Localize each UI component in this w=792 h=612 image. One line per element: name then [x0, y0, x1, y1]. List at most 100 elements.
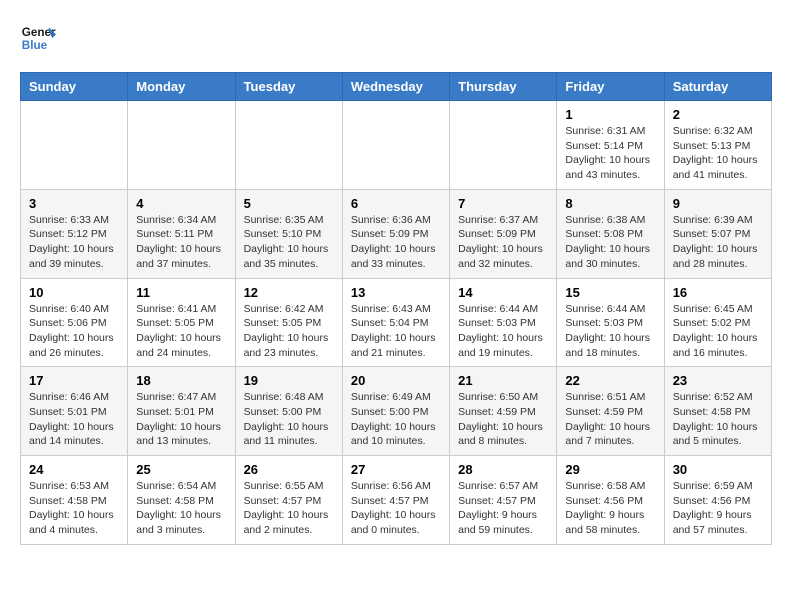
day-number: 5 [244, 196, 334, 211]
day-info: Sunrise: 6:55 AM Sunset: 4:57 PM Dayligh… [244, 479, 334, 538]
day-info: Sunrise: 6:40 AM Sunset: 5:06 PM Dayligh… [29, 302, 119, 361]
day-number: 25 [136, 462, 226, 477]
day-info: Sunrise: 6:46 AM Sunset: 5:01 PM Dayligh… [29, 390, 119, 449]
week-row-4: 17 Sunrise: 6:46 AM Sunset: 5:01 PM Dayli… [21, 367, 772, 456]
day-number: 12 [244, 285, 334, 300]
day-number: 13 [351, 285, 441, 300]
day-info: Sunrise: 6:41 AM Sunset: 5:05 PM Dayligh… [136, 302, 226, 361]
day-number: 9 [673, 196, 763, 211]
day-info: Sunrise: 6:51 AM Sunset: 4:59 PM Dayligh… [565, 390, 655, 449]
day-info: Sunrise: 6:31 AM Sunset: 5:14 PM Dayligh… [565, 124, 655, 183]
week-row-5: 24 Sunrise: 6:53 AM Sunset: 4:58 PM Dayli… [21, 456, 772, 545]
day-cell: 9 Sunrise: 6:39 AM Sunset: 5:07 PM Daylig… [664, 189, 771, 278]
day-number: 8 [565, 196, 655, 211]
day-cell [128, 101, 235, 190]
day-number: 18 [136, 373, 226, 388]
day-cell: 7 Sunrise: 6:37 AM Sunset: 5:09 PM Daylig… [450, 189, 557, 278]
day-cell: 11 Sunrise: 6:41 AM Sunset: 5:05 PM Dayli… [128, 278, 235, 367]
day-number: 30 [673, 462, 763, 477]
week-row-3: 10 Sunrise: 6:40 AM Sunset: 5:06 PM Dayli… [21, 278, 772, 367]
day-cell: 6 Sunrise: 6:36 AM Sunset: 5:09 PM Daylig… [342, 189, 449, 278]
day-info: Sunrise: 6:44 AM Sunset: 5:03 PM Dayligh… [458, 302, 548, 361]
day-cell: 14 Sunrise: 6:44 AM Sunset: 5:03 PM Dayli… [450, 278, 557, 367]
day-number: 19 [244, 373, 334, 388]
day-cell: 29 Sunrise: 6:58 AM Sunset: 4:56 PM Dayli… [557, 456, 664, 545]
day-info: Sunrise: 6:47 AM Sunset: 5:01 PM Dayligh… [136, 390, 226, 449]
header: General Blue [20, 20, 772, 56]
day-number: 16 [673, 285, 763, 300]
weekday-header-wednesday: Wednesday [342, 73, 449, 101]
day-cell [342, 101, 449, 190]
weekday-header-friday: Friday [557, 73, 664, 101]
day-cell: 23 Sunrise: 6:52 AM Sunset: 4:58 PM Dayli… [664, 367, 771, 456]
day-number: 26 [244, 462, 334, 477]
day-info: Sunrise: 6:34 AM Sunset: 5:11 PM Dayligh… [136, 213, 226, 272]
day-cell: 1Sunrise: 6:31 AM Sunset: 5:14 PM Daylig… [557, 101, 664, 190]
day-cell: 3Sunrise: 6:33 AM Sunset: 5:12 PM Daylig… [21, 189, 128, 278]
day-number: 23 [673, 373, 763, 388]
calendar: SundayMondayTuesdayWednesdayThursdayFrid… [20, 72, 772, 545]
day-number: 28 [458, 462, 548, 477]
day-cell: 24 Sunrise: 6:53 AM Sunset: 4:58 PM Dayli… [21, 456, 128, 545]
day-cell: 27Sunrise: 6:56 AM Sunset: 4:57 PM Dayli… [342, 456, 449, 545]
weekday-header-tuesday: Tuesday [235, 73, 342, 101]
weekday-header-row: SundayMondayTuesdayWednesdayThursdayFrid… [21, 73, 772, 101]
day-cell: 18 Sunrise: 6:47 AM Sunset: 5:01 PM Dayli… [128, 367, 235, 456]
day-cell: 15Sunrise: 6:44 AM Sunset: 5:03 PM Dayli… [557, 278, 664, 367]
calendar-header: SundayMondayTuesdayWednesdayThursdayFrid… [21, 73, 772, 101]
day-cell: 5Sunrise: 6:35 AM Sunset: 5:10 PM Daylig… [235, 189, 342, 278]
day-info: Sunrise: 6:48 AM Sunset: 5:00 PM Dayligh… [244, 390, 334, 449]
weekday-header-thursday: Thursday [450, 73, 557, 101]
day-cell: 25 Sunrise: 6:54 AM Sunset: 4:58 PM Dayli… [128, 456, 235, 545]
day-cell: 10 Sunrise: 6:40 AM Sunset: 5:06 PM Dayli… [21, 278, 128, 367]
day-number: 6 [351, 196, 441, 211]
day-number: 21 [458, 373, 548, 388]
day-cell: 22 Sunrise: 6:51 AM Sunset: 4:59 PM Dayli… [557, 367, 664, 456]
day-info: Sunrise: 6:42 AM Sunset: 5:05 PM Dayligh… [244, 302, 334, 361]
day-info: Sunrise: 6:53 AM Sunset: 4:58 PM Dayligh… [29, 479, 119, 538]
day-number: 11 [136, 285, 226, 300]
day-cell: 16 Sunrise: 6:45 AM Sunset: 5:02 PM Dayli… [664, 278, 771, 367]
svg-text:Blue: Blue [22, 39, 48, 52]
day-number: 3 [29, 196, 119, 211]
day-info: Sunrise: 6:39 AM Sunset: 5:07 PM Dayligh… [673, 213, 763, 272]
day-cell: 12 Sunrise: 6:42 AM Sunset: 5:05 PM Dayli… [235, 278, 342, 367]
day-info: Sunrise: 6:32 AM Sunset: 5:13 PM Dayligh… [673, 124, 763, 183]
day-info: Sunrise: 6:52 AM Sunset: 4:58 PM Dayligh… [673, 390, 763, 449]
day-number: 20 [351, 373, 441, 388]
day-info: Sunrise: 6:50 AM Sunset: 4:59 PM Dayligh… [458, 390, 548, 449]
day-info: Sunrise: 6:58 AM Sunset: 4:56 PM Dayligh… [565, 479, 655, 538]
day-number: 10 [29, 285, 119, 300]
logo: General Blue [20, 20, 60, 56]
week-row-2: 3Sunrise: 6:33 AM Sunset: 5:12 PM Daylig… [21, 189, 772, 278]
day-info: Sunrise: 6:54 AM Sunset: 4:58 PM Dayligh… [136, 479, 226, 538]
day-number: 24 [29, 462, 119, 477]
day-number: 29 [565, 462, 655, 477]
day-cell: 21 Sunrise: 6:50 AM Sunset: 4:59 PM Dayli… [450, 367, 557, 456]
day-info: Sunrise: 6:59 AM Sunset: 4:56 PM Dayligh… [673, 479, 763, 538]
day-info: Sunrise: 6:36 AM Sunset: 5:09 PM Dayligh… [351, 213, 441, 272]
day-info: Sunrise: 6:38 AM Sunset: 5:08 PM Dayligh… [565, 213, 655, 272]
day-cell: 19 Sunrise: 6:48 AM Sunset: 5:00 PM Dayli… [235, 367, 342, 456]
day-cell: 4Sunrise: 6:34 AM Sunset: 5:11 PM Daylig… [128, 189, 235, 278]
day-cell: 20 Sunrise: 6:49 AM Sunset: 5:00 PM Dayli… [342, 367, 449, 456]
logo-icon: General Blue [20, 20, 56, 56]
day-cell: 17 Sunrise: 6:46 AM Sunset: 5:01 PM Dayli… [21, 367, 128, 456]
day-number: 17 [29, 373, 119, 388]
day-number: 27 [351, 462, 441, 477]
weekday-header-sunday: Sunday [21, 73, 128, 101]
day-info: Sunrise: 6:37 AM Sunset: 5:09 PM Dayligh… [458, 213, 548, 272]
day-info: Sunrise: 6:57 AM Sunset: 4:57 PM Dayligh… [458, 479, 548, 538]
day-info: Sunrise: 6:49 AM Sunset: 5:00 PM Dayligh… [351, 390, 441, 449]
day-info: Sunrise: 6:45 AM Sunset: 5:02 PM Dayligh… [673, 302, 763, 361]
day-cell: 8 Sunrise: 6:38 AM Sunset: 5:08 PM Daylig… [557, 189, 664, 278]
day-cell: 26 Sunrise: 6:55 AM Sunset: 4:57 PM Dayli… [235, 456, 342, 545]
day-cell [21, 101, 128, 190]
day-number: 22 [565, 373, 655, 388]
day-cell [450, 101, 557, 190]
day-number: 7 [458, 196, 548, 211]
day-number: 14 [458, 285, 548, 300]
weekday-header-monday: Monday [128, 73, 235, 101]
day-cell: 30 Sunrise: 6:59 AM Sunset: 4:56 PM Dayli… [664, 456, 771, 545]
day-cell [235, 101, 342, 190]
